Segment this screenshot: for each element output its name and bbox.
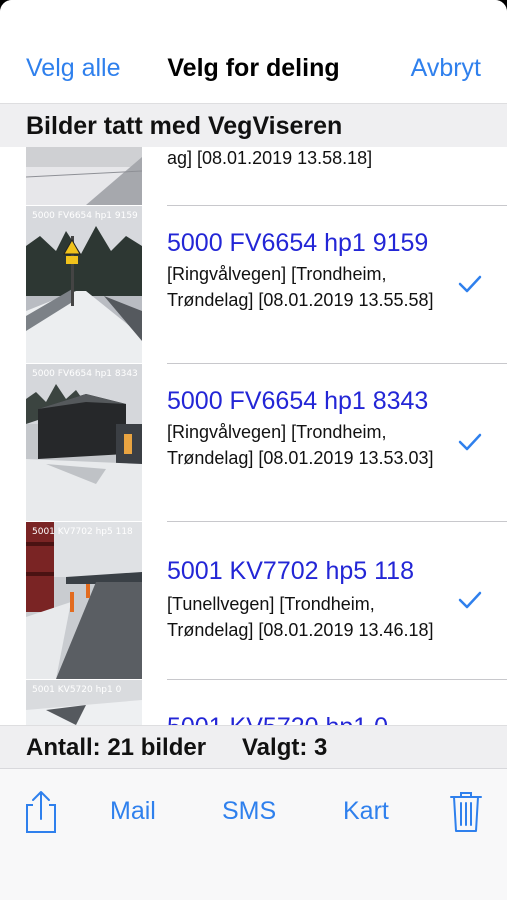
list-item[interactable]: 5000 FV6654 hp1 8343 5000 FV6654 hp1 834…	[0, 363, 507, 521]
photo-thumbnail: 5000 FV6654 hp1 9159	[26, 206, 142, 363]
list-item-title: 5000 FV6654 hp1 8343	[167, 387, 429, 415]
trash-icon[interactable]	[449, 791, 483, 833]
image-count-label: Antall: 21 bilder	[26, 734, 207, 761]
row-separator	[167, 363, 507, 364]
photo-thumbnail: 5001 KV5720 hp1 0	[26, 680, 142, 725]
photo-thumbnail	[26, 147, 142, 205]
thumbnail-overlay-text: 5000 FV6654 hp1 8343	[32, 369, 138, 379]
list-item-title: 5001 KV7702 hp5 118	[167, 557, 414, 585]
row-separator	[167, 205, 507, 206]
photo-thumbnail: 5000 FV6654 hp1 8343	[26, 364, 142, 521]
list-item-title: 5000 FV6654 hp1 9159	[167, 229, 429, 257]
checkmark-icon	[458, 591, 482, 609]
list-item-subtitle: [Ringvålvegen] [Trondheim, Trøndelag] [0…	[167, 264, 434, 310]
list-item-subtitle: [Tunellvegen] [Trondheim, Trøndelag] [08…	[167, 594, 434, 640]
checkmark-icon	[458, 275, 482, 293]
bottom-toolbar: Mail SMS Kart	[0, 768, 507, 900]
thumbnail-overlay-text: 5001 KV5720 hp1 0	[32, 685, 122, 695]
checkmark-icon	[458, 433, 482, 451]
cancel-button[interactable]: Avbryt	[411, 54, 481, 83]
share-icon[interactable]	[24, 789, 58, 835]
share-sheet: Velg alle Velg for deling Avbryt Bilder …	[0, 0, 507, 900]
selection-summary-bar: Antall: 21 bilder Valgt: 3	[0, 725, 507, 768]
row-separator	[167, 679, 507, 680]
photo-thumbnail: 5001 KV7702 hp5 118	[26, 522, 142, 679]
row-separator	[167, 521, 507, 522]
photo-list[interactable]: ag] [08.01.2019 13.58.18] 5000 FV6654 hp…	[0, 147, 507, 725]
list-item-subtitle: ag] [08.01.2019 13.58.18]	[167, 148, 373, 168]
thumbnail-overlay-text: 5001 KV7702 hp5 118	[32, 527, 133, 537]
section-header-label: Bilder tatt med VegViseren	[26, 112, 343, 140]
list-item[interactable]: 5001 KV7702 hp5 118 5001 KV7702 hp5 118 …	[0, 521, 507, 679]
section-header: Bilder tatt med VegViseren	[0, 103, 507, 147]
list-item-subtitle: [Ringvålvegen] [Trondheim, Trøndelag] [0…	[167, 422, 434, 468]
mail-button[interactable]: Mail	[110, 797, 156, 826]
list-item[interactable]: ag] [08.01.2019 13.58.18]	[0, 147, 507, 205]
selected-count-label: Valgt: 3	[242, 734, 328, 761]
list-item-title: 5001 KV5720 hp1 0	[167, 713, 388, 725]
navigation-bar: Velg alle Velg for deling Avbryt	[0, 0, 507, 103]
list-item[interactable]: 5001 KV5720 hp1 0 5001 KV5720 hp1 0	[0, 679, 507, 725]
list-item[interactable]: 5000 FV6654 hp1 9159 5000 FV6654 hp1 915…	[0, 205, 507, 363]
sms-button[interactable]: SMS	[222, 797, 276, 826]
map-button[interactable]: Kart	[343, 797, 389, 826]
thumbnail-overlay-text: 5000 FV6654 hp1 9159	[32, 211, 138, 221]
